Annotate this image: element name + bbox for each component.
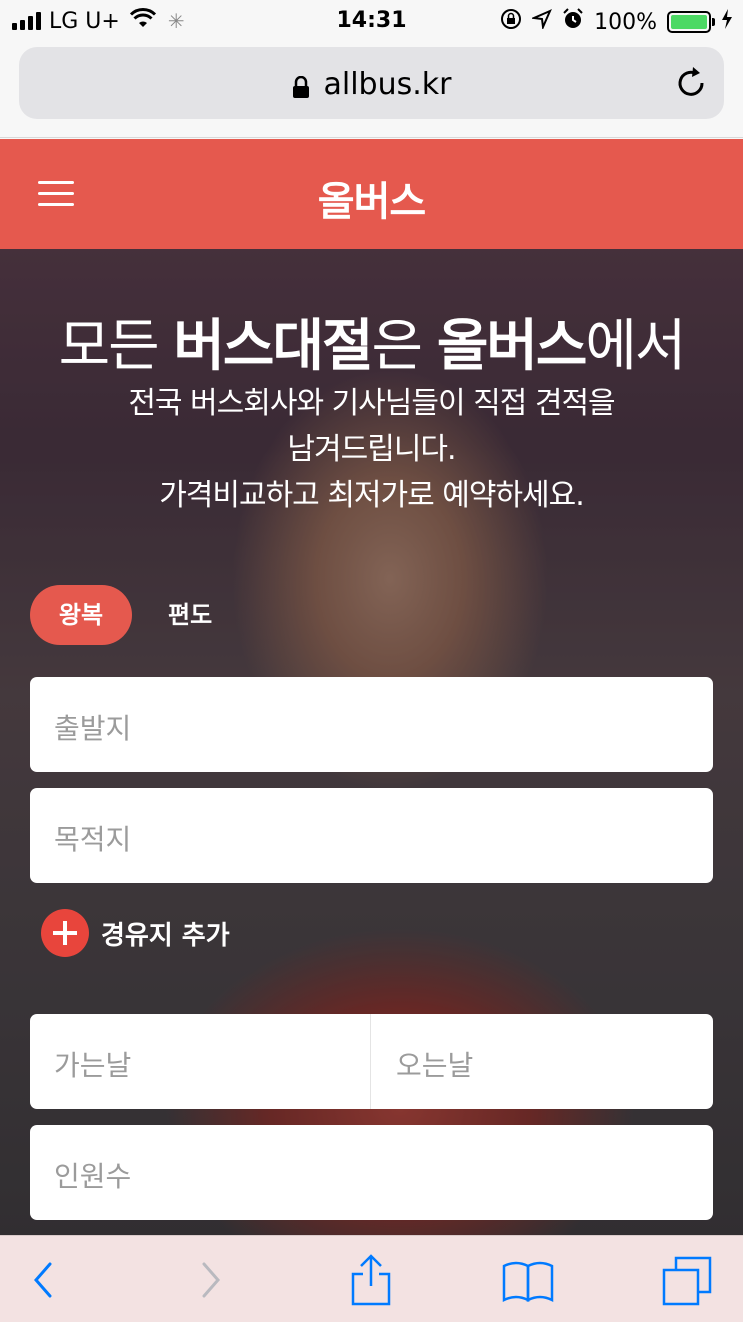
- go-date-field[interactable]: 가는날: [30, 1014, 371, 1109]
- browser-toolbar: [0, 1235, 743, 1322]
- orientation-lock-icon: [500, 8, 522, 36]
- forward-icon[interactable]: [186, 1252, 242, 1308]
- bookmarks-icon[interactable]: [500, 1252, 556, 1308]
- destination-placeholder: 목적지: [54, 823, 132, 856]
- site-header: 올버스: [0, 139, 743, 249]
- back-icon[interactable]: [22, 1252, 78, 1308]
- passengers-field[interactable]: 인원수: [30, 1125, 713, 1220]
- battery-percent: 100%: [594, 9, 657, 35]
- return-date-field[interactable]: 오는날: [372, 1014, 713, 1109]
- plus-icon: [41, 909, 89, 957]
- share-icon[interactable]: [343, 1252, 399, 1308]
- lock-icon: [292, 76, 310, 98]
- alarm-icon: [562, 8, 584, 36]
- tab-one-way[interactable]: 편도: [142, 585, 238, 645]
- passengers-placeholder: 인원수: [54, 1160, 132, 1193]
- trip-type-tabs: 왕복 편도: [30, 585, 238, 645]
- hero-description: 전국 버스회사와 기사님들이 직접 견적을 남겨드립니다. 가격비교하고 최저가…: [128, 386, 615, 513]
- battery-icon: [667, 11, 715, 33]
- tabs-icon[interactable]: [660, 1252, 716, 1308]
- add-waypoint-label: 경유지 추가: [101, 920, 230, 951]
- browser-address-area: allbus.kr: [0, 42, 743, 138]
- location-arrow-icon: [530, 9, 553, 35]
- hero-section: 모든 버스대절은 올버스에서 전국 버스회사와 기사님들이 직접 견적을 남겨드…: [0, 249, 743, 1235]
- go-date-placeholder: 가는날: [54, 1049, 132, 1082]
- site-logo[interactable]: 올버스: [0, 169, 743, 227]
- hero-title: 모든 버스대절은 올버스에서: [58, 314, 687, 379]
- status-bar: LG U+ ✳ 14:31 100%: [0, 0, 743, 42]
- url-text: allbus.kr: [323, 67, 452, 102]
- address-bar[interactable]: allbus.kr: [19, 47, 724, 119]
- reload-icon[interactable]: [674, 65, 708, 105]
- return-date-placeholder: 오는날: [396, 1049, 474, 1082]
- charging-icon: [721, 9, 733, 35]
- tab-round-trip[interactable]: 왕복: [30, 585, 132, 645]
- departure-field[interactable]: 출발지: [30, 677, 713, 772]
- add-waypoint-button[interactable]: 경유지 추가: [41, 909, 230, 957]
- departure-placeholder: 출발지: [54, 712, 132, 745]
- date-fields: 가는날 오는날: [30, 1014, 713, 1109]
- destination-field[interactable]: 목적지: [30, 788, 713, 883]
